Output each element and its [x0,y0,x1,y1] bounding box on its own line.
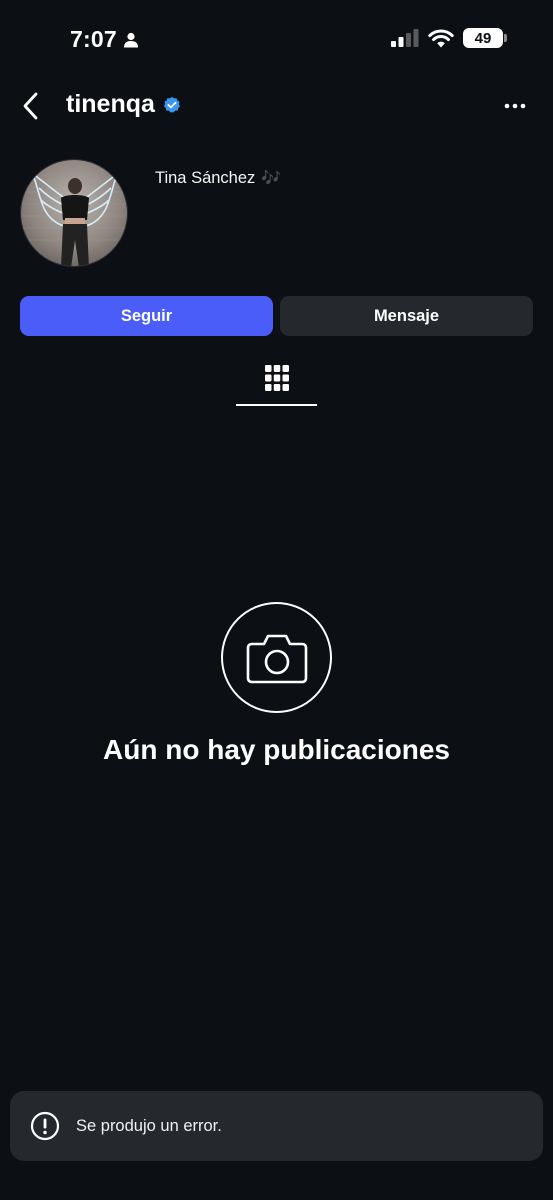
grid-icon [264,365,289,391]
profile-username: tinenqa [66,90,181,119]
verified-badge-icon [163,96,180,112]
empty-state-circle [221,602,332,713]
follow-button[interactable]: Seguir [20,296,273,336]
more-options-button[interactable] [499,96,531,116]
username-text: tinenqa [66,90,155,118]
avatar-photo [21,160,127,266]
clock-text: 7:07 [70,26,117,52]
toast-message: Se produjo un error. [76,1116,222,1135]
status-bar-indicators: 49 [391,28,507,48]
error-toast: Se produjo un error. [10,1091,543,1161]
person-icon [123,32,138,47]
profile-screen: 7:07 49 tinenqa Tina Sánchez 🎶 Seguir Me… [0,0,553,1200]
back-button[interactable] [22,91,48,121]
chevron-left-icon [23,92,38,120]
profile-display-name: Tina Sánchez 🎶 [155,168,281,188]
profile-avatar[interactable] [20,159,128,267]
battery-level: 49 [474,29,492,47]
tab-posts-grid[interactable] [236,360,317,406]
alert-circle-icon [30,1111,60,1141]
message-button[interactable]: Mensaje [280,296,533,336]
empty-state-title: Aún no hay publicaciones [103,734,450,765]
wifi-icon [428,29,454,47]
status-bar-time: 7:07 [70,26,139,53]
camera-icon [246,634,307,683]
display-name-text: Tina Sánchez [155,168,256,187]
active-tab-indicator [236,404,317,406]
music-notes-icon: 🎶 [261,170,282,187]
battery-icon: 49 [463,28,507,48]
cellular-signal-icon [391,29,419,47]
more-horizontal-icon [504,103,526,109]
